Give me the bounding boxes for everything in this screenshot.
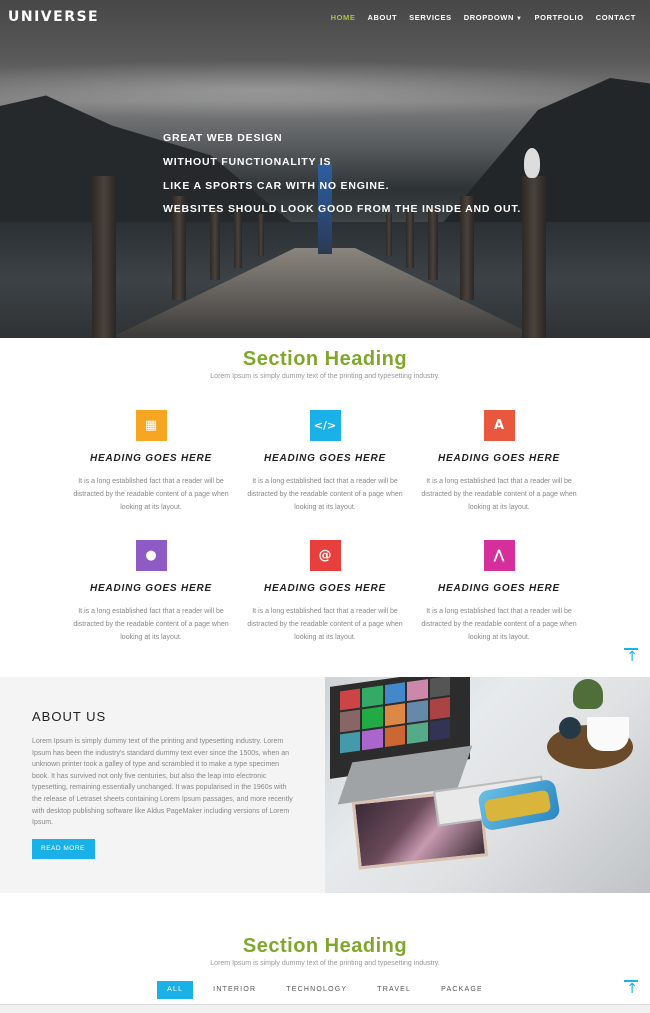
site-logo[interactable]: UNIVERSE bbox=[8, 9, 99, 25]
tab-interior[interactable]: INTERIOR bbox=[203, 981, 266, 999]
coffee-cup bbox=[587, 717, 629, 751]
portfolio-section: Section Heading Lorem Ipsum is simply du… bbox=[0, 935, 650, 999]
hero-line: GREAT WEB DESIGN bbox=[163, 132, 283, 144]
top-navbar: UNIVERSE HOME ABOUT SERVICES DROPDOWN ▼ P… bbox=[0, 0, 650, 34]
feature-card: A HEADING GOES HERE It is a long establi… bbox=[412, 410, 586, 514]
apple-icon: ● bbox=[135, 540, 167, 572]
nav-portfolio[interactable]: PORTFOLIO bbox=[529, 13, 590, 22]
about-content: ABOUT US Lorem Ipsum is simply dummy tex… bbox=[0, 677, 325, 893]
section-heading: Section Heading bbox=[242, 348, 408, 370]
feature-text: It is a long established fact that a rea… bbox=[421, 608, 577, 641]
feature-heading: HEADING GOES HERE bbox=[438, 583, 560, 595]
pier-post bbox=[522, 176, 546, 338]
main-nav: HOME ABOUT SERVICES DROPDOWN ▼ PORTFOLIO … bbox=[325, 13, 642, 22]
tab-technology[interactable]: TECHNOLOGY bbox=[276, 981, 357, 999]
services-section: Section Heading Lorem Ipsum is simply du… bbox=[0, 348, 650, 645]
hero-line: WITHOUT FUNCTIONALITY IS bbox=[163, 155, 332, 168]
tab-travel[interactable]: TRAVEL bbox=[367, 981, 421, 999]
hero-line: LIKE A SPORTS CAR WITH NO ENGINE. bbox=[163, 179, 390, 192]
app-store-icon: ⋀ bbox=[483, 540, 515, 572]
about-photo bbox=[325, 677, 650, 893]
feature-heading: HEADING GOES HERE bbox=[438, 453, 560, 464]
feature-text: It is a long established fact that a rea… bbox=[421, 478, 577, 511]
tab-all[interactable]: ALL bbox=[157, 981, 194, 999]
feature-card: ⋀ HEADING GOES HERE It is a long establi… bbox=[412, 540, 586, 644]
scroll-top-icon[interactable]: ↑ bbox=[624, 648, 638, 664]
feature-heading: HEADING GOES HERE bbox=[264, 583, 386, 595]
laptop-screen bbox=[340, 677, 450, 754]
tab-package[interactable]: PACKAGE bbox=[431, 981, 493, 999]
nav-home[interactable]: HOME bbox=[325, 13, 362, 22]
feature-card: ▦ HEADING GOES HERE It is a long establi… bbox=[64, 410, 238, 514]
feature-text: It is a long established fact that a rea… bbox=[73, 608, 229, 641]
about-title: ABOUT US bbox=[32, 709, 107, 724]
calculator-icon: ▦ bbox=[135, 410, 167, 441]
nav-services[interactable]: SERVICES bbox=[403, 13, 458, 22]
about-text: Lorem Ipsum is simply dummy text of the … bbox=[32, 738, 293, 827]
section-heading: Section Heading bbox=[242, 935, 408, 957]
code-icon: </> bbox=[309, 410, 341, 441]
feature-text: It is a long established fact that a rea… bbox=[247, 478, 403, 511]
section-subheading: Lorem Ipsum is simply dummy text of the … bbox=[210, 373, 440, 380]
at-icon: @ bbox=[309, 540, 341, 572]
nav-dropdown-label: DROPDOWN bbox=[463, 12, 514, 22]
hero-line: WEBSITES SHOULD LOOK GOOD FROM THE INSID… bbox=[163, 203, 522, 216]
caret-down-icon: ▼ bbox=[515, 15, 523, 22]
candle bbox=[559, 717, 581, 739]
portfolio-filter-tabs: ALL INTERIOR TECHNOLOGY TRAVEL PACKAGE bbox=[0, 981, 650, 999]
about-section: ABOUT US Lorem Ipsum is simply dummy tex… bbox=[0, 677, 650, 893]
nav-contact[interactable]: CONTACT bbox=[590, 13, 642, 22]
feature-card: @ HEADING GOES HERE It is a long establi… bbox=[238, 540, 412, 644]
angular-icon: A bbox=[483, 410, 515, 441]
scroll-top-icon[interactable]: ↑ bbox=[624, 980, 638, 996]
browser-status-bar bbox=[0, 1004, 650, 1013]
nav-about[interactable]: ABOUT bbox=[362, 13, 404, 22]
read-more-button[interactable]: READ MORE bbox=[32, 838, 95, 859]
hero-quote: GREAT WEB DESIGN WITHOUT FUNCTIONALITY I… bbox=[163, 127, 521, 222]
feature-heading: HEADING GOES HERE bbox=[90, 583, 212, 595]
section-subheading: Lorem Ipsum is simply dummy text of the … bbox=[210, 960, 440, 967]
hero-section: UNIVERSE HOME ABOUT SERVICES DROPDOWN ▼ P… bbox=[0, 0, 650, 338]
feature-text: It is a long established fact that a rea… bbox=[247, 608, 403, 641]
plant bbox=[573, 679, 603, 709]
nav-dropdown[interactable]: DROPDOWN ▼ bbox=[458, 13, 529, 22]
feature-text: It is a long established fact that a rea… bbox=[73, 478, 229, 511]
feature-grid: ▦ HEADING GOES HERE It is a long establi… bbox=[0, 410, 650, 645]
feature-heading: HEADING GOES HERE bbox=[90, 453, 212, 464]
pier-post bbox=[92, 176, 116, 338]
feature-heading: HEADING GOES HERE bbox=[264, 453, 386, 464]
feature-card: ● HEADING GOES HERE It is a long establi… bbox=[64, 540, 238, 644]
feature-card: </> HEADING GOES HERE It is a long estab… bbox=[238, 410, 412, 514]
hero-seagull bbox=[524, 148, 540, 178]
